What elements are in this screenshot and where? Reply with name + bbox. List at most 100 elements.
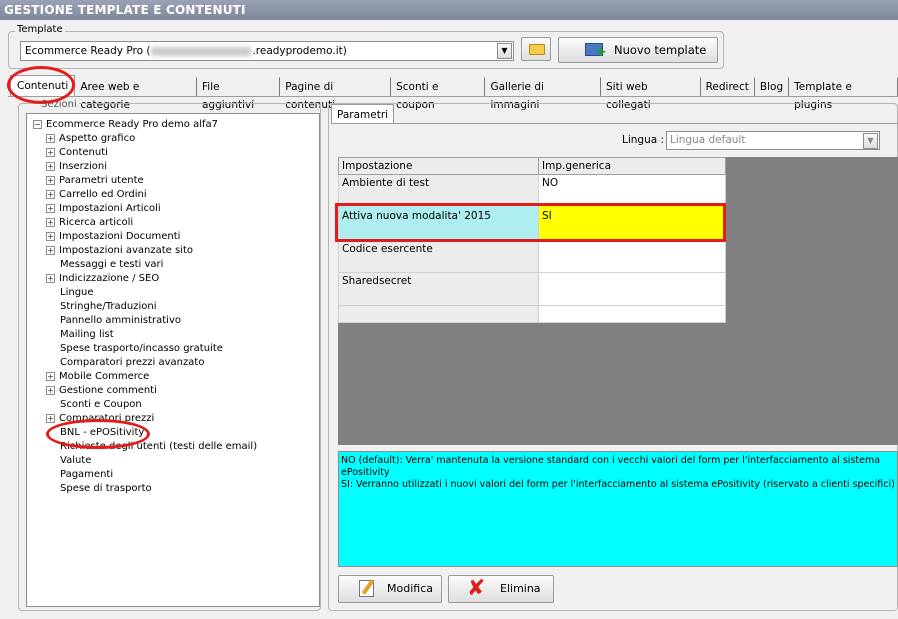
tree-item[interactable]: + Aspetto grafico bbox=[27, 132, 319, 146]
expand-icon[interactable]: + bbox=[46, 245, 55, 255]
tree-item[interactable]: + Parametri utente bbox=[27, 174, 319, 188]
annotation-box-attiva bbox=[335, 203, 726, 242]
expand-icon[interactable]: + bbox=[46, 189, 55, 199]
table-row[interactable]: Sharedsecret bbox=[338, 272, 726, 306]
setting-value[interactable] bbox=[538, 240, 726, 273]
tree-item[interactable]: Pannello amministrativo bbox=[27, 314, 319, 328]
tree-item[interactable]: + Impostazioni Documenti bbox=[27, 230, 319, 244]
sections-tree[interactable]: − Ecommerce Ready Pro demo alfa7 + Aspetto… bbox=[26, 113, 320, 607]
table-row[interactable] bbox=[338, 305, 726, 323]
tree-item-label: Pannello amministrativo bbox=[60, 315, 182, 326]
tree-item-label: Aspetto grafico bbox=[59, 133, 136, 144]
setting-label bbox=[338, 305, 539, 323]
tree-item[interactable]: Messaggi e testi vari bbox=[27, 258, 319, 272]
tree-item[interactable]: + Impostazioni avanzate sito bbox=[27, 244, 319, 258]
tab-blog[interactable]: Blog bbox=[755, 77, 790, 97]
expand-icon[interactable]: + bbox=[46, 385, 55, 395]
tree-item[interactable]: + Contenuti bbox=[27, 146, 319, 160]
tree-item-label: Ricerca articoli bbox=[59, 217, 134, 228]
tab-template-plugins[interactable]: Template e plugins bbox=[789, 77, 898, 111]
setting-value[interactable]: NO bbox=[538, 174, 726, 205]
tree-item[interactable]: + Gestione commenti bbox=[27, 384, 319, 398]
edit-icon bbox=[359, 580, 374, 597]
tree-item[interactable]: + Mobile Commerce bbox=[27, 370, 319, 384]
open-folder-button[interactable] bbox=[521, 37, 551, 61]
tree-item[interactable]: + Ricerca articoli bbox=[27, 216, 319, 230]
expand-icon[interactable]: + bbox=[46, 231, 55, 241]
tree-root-label: Ecommerce Ready Pro demo alfa7 bbox=[46, 119, 219, 130]
tree-item[interactable]: Spese di trasporto bbox=[27, 482, 319, 496]
tree-item-label: Lingue bbox=[60, 287, 94, 298]
expand-icon[interactable]: + bbox=[46, 217, 55, 227]
tab-file-aggiuntivi[interactable]: File aggiuntivi bbox=[197, 77, 281, 111]
lingua-label: Lingua : bbox=[622, 134, 665, 146]
expand-icon[interactable]: + bbox=[46, 203, 55, 213]
tree-item[interactable]: + Impostazioni Articoli bbox=[27, 202, 319, 216]
tree-item[interactable]: Sconti e Coupon bbox=[27, 398, 319, 412]
collapse-icon[interactable]: − bbox=[33, 119, 42, 129]
expand-icon[interactable]: + bbox=[46, 161, 55, 171]
tree-item-label: Pagamenti bbox=[60, 469, 114, 480]
tree-item[interactable]: + Carrello ed Ordini bbox=[27, 188, 319, 202]
new-template-button[interactable]: + Nuovo template bbox=[558, 37, 718, 63]
main-tabs: Contenuti Aree web e categorie File aggi… bbox=[10, 75, 898, 111]
tab-aree-web[interactable]: Aree web e categorie bbox=[75, 77, 197, 111]
delete-icon: ✘ bbox=[467, 576, 486, 601]
column-header-value[interactable]: Imp.generica bbox=[538, 157, 726, 175]
setting-value[interactable] bbox=[538, 305, 726, 323]
elimina-button[interactable]: ✘ Elimina bbox=[448, 575, 554, 603]
tab-sconti-coupon[interactable]: Sconti e coupon bbox=[391, 77, 486, 111]
table-row[interactable]: Codice esercente bbox=[338, 240, 726, 273]
chevron-down-icon[interactable]: ▼ bbox=[863, 133, 878, 149]
tree-item[interactable]: + Indicizzazione / SEO bbox=[27, 272, 319, 286]
setting-value[interactable] bbox=[538, 272, 726, 306]
folder-icon bbox=[529, 44, 545, 55]
tabs-divider bbox=[8, 96, 898, 97]
tab-parametri[interactable]: Parametri bbox=[331, 104, 395, 124]
tree-item[interactable]: Stringhe/Traduzioni bbox=[27, 300, 319, 314]
tab-siti-web[interactable]: Siti web collegati bbox=[601, 77, 701, 111]
tree-item[interactable]: Lingue bbox=[27, 286, 319, 300]
template-select[interactable]: Ecommerce Ready Pro (.readyprodemo.it) ▼ bbox=[20, 41, 514, 61]
setting-label: Codice esercente bbox=[338, 240, 539, 273]
tab-pagine-contenuti[interactable]: Pagine di contenuti bbox=[280, 77, 392, 111]
expand-icon[interactable]: + bbox=[46, 273, 55, 283]
modifica-button[interactable]: Modifica bbox=[338, 575, 442, 603]
tree-item[interactable]: + Inserzioni bbox=[27, 160, 319, 174]
lingua-select[interactable]: Lingua default ▼ bbox=[666, 131, 880, 150]
tree-item-label: Gestione commenti bbox=[59, 385, 157, 396]
param-tabs-divider bbox=[331, 123, 898, 124]
expand-icon[interactable]: + bbox=[46, 371, 55, 381]
tree-item-label: Contenuti bbox=[59, 147, 108, 158]
chevron-down-icon[interactable]: ▼ bbox=[497, 43, 512, 59]
column-header-setting[interactable]: Impostazione bbox=[338, 157, 539, 175]
new-template-label: Nuovo template bbox=[614, 43, 707, 57]
tab-gallerie[interactable]: Gallerie di immagini bbox=[485, 77, 601, 111]
expand-icon[interactable]: + bbox=[46, 413, 55, 423]
table-row[interactable]: Ambiente di test NO bbox=[338, 174, 726, 205]
tree-item[interactable]: Comparatori prezzi avanzato bbox=[27, 356, 319, 370]
tree-item-label: Parametri utente bbox=[59, 175, 144, 186]
tree-item-label: Sconti e Coupon bbox=[60, 399, 142, 410]
tree-item-label: Impostazioni Articoli bbox=[59, 203, 161, 214]
tree-item-label: Indicizzazione / SEO bbox=[59, 273, 160, 284]
expand-icon[interactable]: + bbox=[46, 133, 55, 143]
tree-item-label: Impostazioni avanzate sito bbox=[59, 245, 194, 256]
annotation-circle-bnl bbox=[46, 419, 150, 449]
tree-item[interactable]: Mailing list bbox=[27, 328, 319, 342]
expand-icon[interactable]: + bbox=[46, 147, 55, 157]
annotation-circle-contenuti bbox=[7, 66, 75, 104]
tree-item[interactable]: Valute bbox=[27, 454, 319, 468]
tree-item-label: Carrello ed Ordini bbox=[59, 189, 147, 200]
tree-item-label: Inserzioni bbox=[59, 161, 108, 172]
tree-item[interactable]: Spese trasporto/incasso gratuite bbox=[27, 342, 319, 356]
template-legend: Template bbox=[15, 24, 65, 35]
lingua-value: Lingua default bbox=[670, 134, 746, 146]
expand-icon[interactable]: + bbox=[46, 175, 55, 185]
elimina-label: Elimina bbox=[500, 582, 541, 595]
tree-root[interactable]: − Ecommerce Ready Pro demo alfa7 bbox=[27, 118, 319, 132]
tab-redirect[interactable]: Redirect bbox=[701, 77, 755, 97]
tree-item[interactable]: Pagamenti bbox=[27, 468, 319, 482]
tree-item-label: Spese trasporto/incasso gratuite bbox=[60, 343, 223, 354]
tree-item-label: Spese di trasporto bbox=[60, 483, 152, 494]
